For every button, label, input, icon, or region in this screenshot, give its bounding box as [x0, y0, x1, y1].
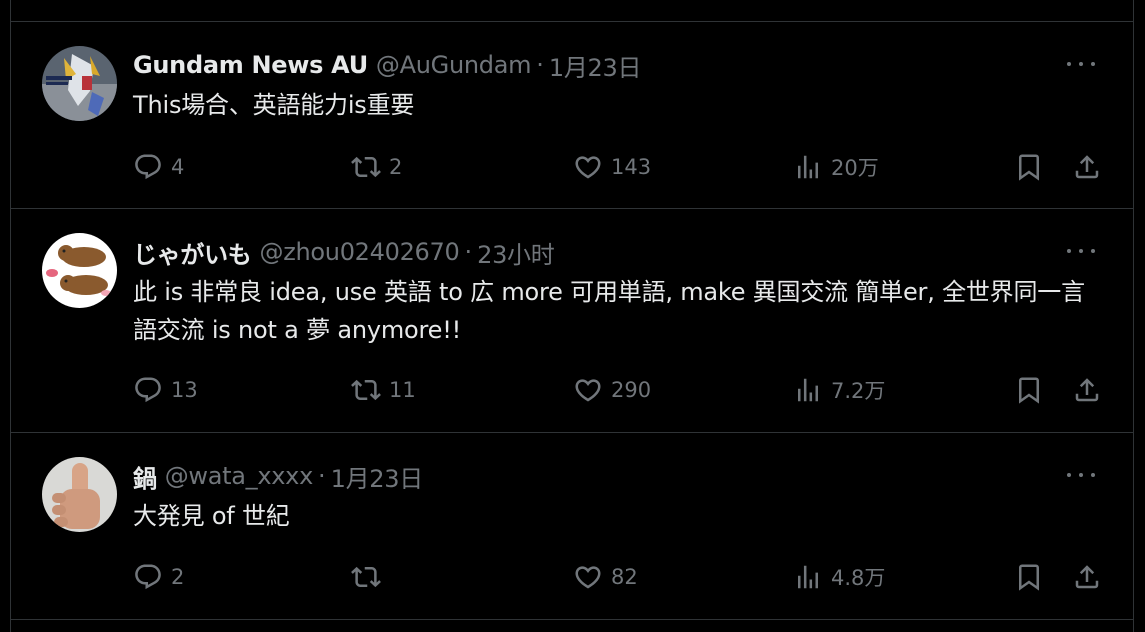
views-button[interactable]: 20万 — [793, 150, 879, 184]
user-handle[interactable]: @AuGundam — [376, 51, 532, 79]
views-button[interactable]: 7.2万 — [793, 373, 885, 407]
views-icon — [798, 378, 818, 402]
share-button[interactable] — [1072, 560, 1102, 594]
retweet-button[interactable]: 11 — [351, 373, 416, 407]
reply-icon — [135, 377, 161, 403]
timestamp[interactable]: 1月23日 — [549, 48, 642, 83]
reply-icon — [135, 154, 161, 180]
retweet-icon — [351, 566, 381, 588]
avatar[interactable] — [42, 457, 117, 532]
tweet[interactable]: 鍋 @wata_xxxx · 1月23日 大発見 of 世紀 2 82 4.8万 — [11, 433, 1133, 619]
user-handle[interactable]: @zhou02402670 — [260, 238, 460, 266]
reply-count: 4 — [171, 155, 185, 179]
share-icon — [1075, 155, 1099, 179]
views-button[interactable]: 4.8万 — [793, 560, 885, 594]
views-icon — [798, 565, 818, 589]
bookmark-button[interactable] — [1014, 373, 1044, 407]
tweet-text: This場合、英語能力is重要 — [133, 91, 415, 119]
user-handle[interactable]: @wata_xxxx — [165, 462, 314, 490]
bookmark-icon — [1019, 564, 1039, 591]
divider — [11, 619, 1133, 620]
like-button[interactable]: 290 — [573, 373, 651, 407]
display-name[interactable]: Gundam News AU — [133, 51, 368, 79]
like-icon — [575, 566, 601, 589]
separator-dot: · — [536, 51, 544, 79]
reply-button[interactable]: 2 — [133, 560, 184, 594]
tweet-header: 鍋 @wata_xxxx · 1月23日 — [133, 459, 1073, 493]
reply-button[interactable]: 4 — [133, 150, 184, 184]
more-icon[interactable] — [1067, 52, 1095, 76]
views-count: 7.2万 — [831, 379, 886, 403]
bookmark-button[interactable] — [1014, 560, 1044, 594]
like-button[interactable]: 82 — [573, 560, 638, 594]
share-icon — [1075, 378, 1099, 402]
tweet[interactable]: Gundam News AU @AuGundam · 1月23日 This場合、… — [11, 22, 1133, 208]
avatar[interactable] — [42, 46, 117, 121]
retweet-button[interactable] — [351, 560, 389, 594]
tweet-header: Gundam News AU @AuGundam · 1月23日 — [133, 48, 1073, 82]
avatar[interactable] — [42, 233, 117, 308]
like-count: 143 — [611, 155, 652, 179]
tweet-actions: 4 2 143 20万 — [11, 150, 1133, 184]
retweet-icon — [351, 156, 381, 178]
reply-icon — [135, 564, 161, 590]
share-button[interactable] — [1072, 373, 1102, 407]
more-icon[interactable] — [1067, 463, 1095, 487]
like-icon — [575, 156, 601, 179]
retweet-count: 2 — [389, 155, 403, 179]
more-icon[interactable] — [1067, 239, 1095, 263]
like-button[interactable]: 143 — [573, 150, 651, 184]
reply-button[interactable]: 13 — [133, 373, 198, 407]
tweet-text: 此 is 非常良 idea, use 英語 to 広 more 可用単語, ma… — [133, 278, 1085, 344]
retweet-count: 11 — [389, 378, 416, 402]
bookmark-button[interactable] — [1014, 150, 1044, 184]
views-count: 4.8万 — [831, 566, 886, 590]
tweet-text: 大発見 of 世紀 — [133, 502, 290, 530]
tweet-header: じゃがいも @zhou02402670 · 23小时 — [133, 235, 1073, 269]
share-button[interactable] — [1072, 150, 1102, 184]
separator-dot: · — [464, 238, 473, 266]
tweet-actions: 2 82 4.8万 — [11, 560, 1133, 594]
tweet-actions: 13 11 290 7.2万 — [11, 373, 1133, 407]
timestamp[interactable]: 23小时 — [477, 235, 555, 270]
tweet[interactable]: じゃがいも @zhou02402670 · 23小时 此 is 非常良 idea… — [11, 209, 1133, 432]
bookmark-icon — [1019, 154, 1039, 181]
separator-dot: · — [317, 462, 326, 490]
timestamp[interactable]: 1月23日 — [331, 459, 424, 494]
reply-count: 2 — [171, 565, 185, 589]
views-count: 20万 — [831, 156, 879, 180]
retweet-icon — [351, 379, 381, 401]
share-icon — [1075, 565, 1099, 589]
retweet-button[interactable]: 2 — [351, 150, 402, 184]
views-icon — [798, 155, 818, 179]
like-icon — [575, 379, 601, 402]
display-name[interactable]: じゃがいも — [133, 235, 252, 270]
like-count: 82 — [611, 565, 638, 589]
display-name[interactable]: 鍋 — [133, 459, 157, 494]
like-count: 290 — [611, 378, 652, 402]
timeline: Gundam News AU @AuGundam · 1月23日 This場合、… — [10, 0, 1134, 632]
reply-count: 13 — [171, 378, 198, 402]
bookmark-icon — [1019, 377, 1039, 404]
